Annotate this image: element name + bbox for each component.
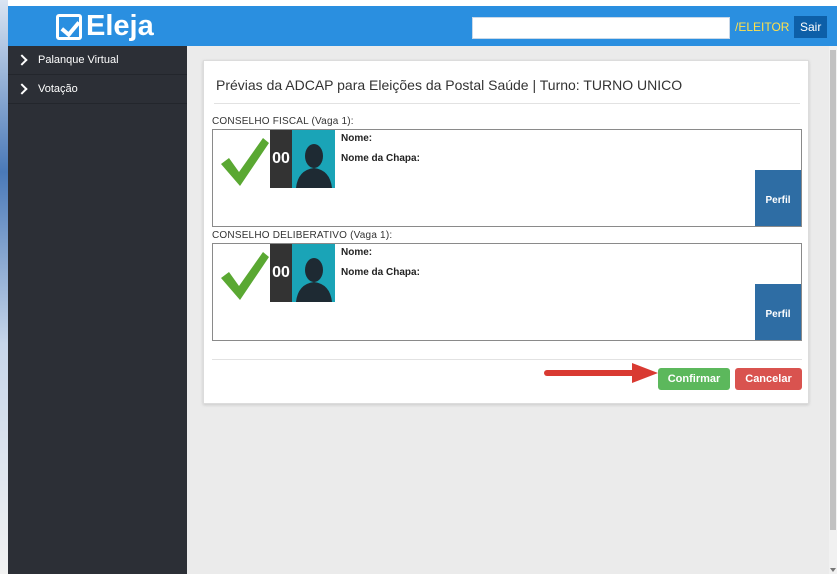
page-title: Prévias da ADCAP para Eleições da Postal… <box>216 77 683 93</box>
green-checkmark-icon <box>221 138 269 186</box>
logout-button[interactable]: Sair <box>794 16 828 38</box>
candidate-name-label: Nome: <box>341 247 373 258</box>
search-input[interactable] <box>472 17 730 39</box>
person-silhouette-icon <box>292 130 335 188</box>
red-arrow-icon <box>544 363 658 383</box>
ballot-card: Prévias da ADCAP para Eleições da Postal… <box>203 60 809 404</box>
page-scrollbar[interactable] <box>829 46 837 574</box>
user-profile-link[interactable]: /ELEITOR <box>735 20 789 34</box>
logo-text: Eleja <box>86 10 154 42</box>
sidebar: Palanque Virtual Votação <box>8 46 187 574</box>
cancel-button[interactable]: Cancelar <box>735 368 802 390</box>
green-checkmark-icon <box>221 252 269 300</box>
candidate-box-conselho-deliberativo: 00 Nome: Nome da Chapa: Perfil <box>212 243 802 341</box>
person-silhouette-icon <box>292 244 335 302</box>
sidebar-item-label: Votação <box>38 83 78 95</box>
candidate-box-conselho-fiscal: 00 Nome: Nome da Chapa: Perfil <box>212 129 802 227</box>
section-label-conselho-deliberativo: CONSELHO DELIBERATIVO (Vaga 1): <box>212 230 393 241</box>
section-label-conselho-fiscal: CONSELHO FISCAL (Vaga 1): <box>212 116 354 127</box>
candidate-number: 00 <box>270 130 292 188</box>
checkbox-icon <box>56 13 82 40</box>
slate-name-label: Nome da Chapa: <box>341 153 420 164</box>
profile-button[interactable]: Perfil <box>755 170 801 226</box>
app-window: Eleja /ELEITOR Sair Palanque Virtual Vot… <box>8 6 837 574</box>
top-navbar: Eleja /ELEITOR Sair <box>8 6 837 46</box>
sidebar-item-palanque-virtual[interactable]: Palanque Virtual <box>8 46 187 75</box>
chevron-right-icon <box>16 83 28 95</box>
scrollbar-thumb[interactable] <box>830 50 836 530</box>
sidebar-item-label: Palanque Virtual <box>38 54 119 66</box>
app-logo[interactable]: Eleja <box>56 10 154 43</box>
scroll-down-arrow-icon[interactable] <box>830 568 836 572</box>
title-divider <box>214 103 800 104</box>
sidebar-item-votacao[interactable]: Votação <box>8 75 187 104</box>
candidate-number: 00 <box>270 244 292 302</box>
chevron-right-icon <box>16 54 28 66</box>
actions-divider <box>212 359 802 360</box>
profile-button[interactable]: Perfil <box>755 284 801 340</box>
confirm-button[interactable]: Confirmar <box>658 368 730 390</box>
candidate-name-label: Nome: <box>341 133 373 144</box>
window-left-edge <box>0 0 8 574</box>
slate-name-label: Nome da Chapa: <box>341 267 420 278</box>
